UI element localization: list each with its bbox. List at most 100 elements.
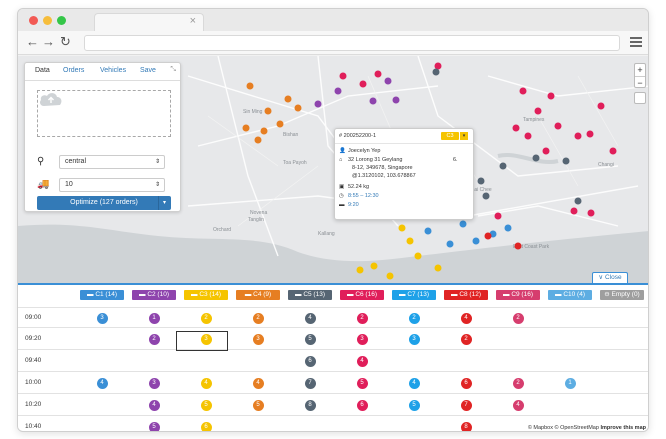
stop-badge[interactable]: 5 [148,422,160,431]
clock-icon: ◷ [339,193,344,199]
time-window-line: ◷ 8:55 – 12:30 [339,193,379,199]
stop-badge[interactable]: 5 [356,378,368,389]
stop-badge[interactable]: 4 [512,400,524,411]
column-label: C5 (13) [303,291,325,298]
stop-badge[interactable]: 1 [148,313,160,324]
upload-cloud-icon [40,93,62,106]
back-arrow-icon[interactable]: ← [26,34,39,50]
compass-icon[interactable] [634,92,646,104]
stop-badge[interactable]: 6 [460,378,472,389]
column-header-9[interactable]: ▬ C9 (16) [496,290,540,300]
zoom-in-button[interactable]: + [635,64,645,77]
stop-badge[interactable]: 4 [252,378,264,389]
tab-close-icon[interactable]: × [190,15,196,27]
stop-badge[interactable]: 6 [356,400,368,411]
stop-badge[interactable]: 2 [460,334,472,345]
optimize-button[interactable]: Optimize (127 orders) ▾ [37,196,171,210]
column-label: C3 (14) [199,291,221,298]
reload-icon[interactable]: ↻ [60,34,71,50]
improve-map-link[interactable]: Improve this map [600,425,646,431]
schedule-row: 10:00 4 3 4 4 7 5 4 6 2 1 [18,373,648,394]
osm-credit[interactable]: © OpenStreetMap [555,425,599,431]
stop-badge[interactable]: 2 [356,313,368,324]
address-line-1: ⌂ 32 Lorong 31 Geylang [339,157,402,163]
column-header-10[interactable]: ▬ C10 (4) [548,290,592,300]
eta: 9:20 [348,202,359,208]
stop-badge[interactable]: 5 [408,400,420,411]
tab-data[interactable]: Data [29,62,63,82]
stop-badge[interactable]: 8 [460,422,472,431]
menu-icon[interactable] [630,37,642,47]
minimize-window-dot[interactable] [43,16,52,25]
caret-down-icon[interactable]: ▾ [157,196,166,210]
stop-badge[interactable]: 3 [252,334,264,345]
file-dropzone[interactable] [37,90,171,137]
column-header-7[interactable]: ▬ C7 (13) [392,290,436,300]
column-label: C9 (16) [511,291,533,298]
vehicles-select[interactable]: 10 ⇕ [59,178,165,192]
column-header-11[interactable]: ⊖ Empty (0) [600,290,644,300]
column-label: C4 (9) [253,291,272,298]
svg-text:Sin Ming: Sin Ming [243,109,263,115]
tab-save[interactable]: Save [140,67,156,74]
browser-tab[interactable]: × [94,13,204,31]
stop-badge[interactable]: 2 [408,313,420,324]
browser-toolbar: ← → ↻ [18,31,648,55]
column-header-6[interactable]: ▬ C6 (16) [340,290,384,300]
customer-name: Joecelyn Yep [348,148,381,154]
stop-badge[interactable]: 2 [512,313,524,324]
svg-text:Bishan: Bishan [283,132,299,138]
stop-badge[interactable]: 2 [200,313,212,324]
stop-badge[interactable]: 2 [252,313,264,324]
zoom-out-button[interactable]: − [635,77,645,89]
stop-badge[interactable]: 4 [356,356,368,367]
stop-badge[interactable]: 8 [304,400,316,411]
selected-cell[interactable] [176,331,228,351]
cluster-badge[interactable]: C3 [441,132,459,140]
stop-badge[interactable]: 2 [512,378,524,389]
mapbox-credit[interactable]: © Mapbox [528,425,553,431]
address-line-2: 8-12, 349678, Singapore [339,165,413,171]
stop-badge[interactable]: 5 [200,400,212,411]
stop-badge[interactable]: 4 [200,378,212,389]
column-header-1[interactable]: ▬ C1 (14) [80,290,124,300]
popup-divider [335,143,473,144]
column-header-5[interactable]: ▬ C5 (13) [288,290,332,300]
stop-badge[interactable]: 3 [96,313,108,324]
stop-badge[interactable]: 2 [148,334,160,345]
stop-badge[interactable]: 1 [564,378,576,389]
depot-select[interactable]: central ⇕ [59,155,165,169]
collapse-icon[interactable]: ⤡ [170,66,176,74]
tab-vehicles[interactable]: Vehicles [100,67,126,74]
stop-badge[interactable]: 3 [356,334,368,345]
stop-badge[interactable]: 4 [304,313,316,324]
stop-badge[interactable]: 4 [460,313,472,324]
column-header-4[interactable]: ▬ C4 (9) [236,290,280,300]
stop-badge[interactable]: 5 [252,400,264,411]
url-bar[interactable] [84,35,620,51]
home-icon: ⌂ [339,157,343,163]
stop-badge[interactable]: 6 [200,422,212,431]
close-schedule-button[interactable]: ∨ Close [592,272,628,283]
maximize-window-dot[interactable] [57,16,66,25]
stop-badge[interactable]: 5 [304,334,316,345]
tab-orders[interactable]: Orders [63,67,84,74]
close-window-dot[interactable] [29,16,38,25]
stop-badge[interactable]: 3 [148,378,160,389]
caret-down-icon[interactable]: ▾ [460,132,468,140]
column-header-8[interactable]: ▬ C8 (12) [444,290,488,300]
map-view[interactable]: Sin Ming Bishan Toa Payoh Novena Orchard Ka… [18,56,648,283]
stop-badge[interactable]: 7 [460,400,472,411]
stop-badge[interactable]: 3 [408,334,420,345]
svg-text:Kallang: Kallang [318,231,335,237]
stop-badge[interactable]: 4 [148,400,160,411]
stop-badge[interactable]: 4 [96,378,108,389]
column-header-2[interactable]: ▬ C2 (10) [132,290,176,300]
stop-badge[interactable]: 6 [304,356,316,367]
column-header-3[interactable]: ▬ C3 (14) [184,290,228,300]
forward-arrow-icon[interactable]: → [42,34,55,50]
close-label: Close [604,274,622,281]
stop-badge[interactable]: 7 [304,378,316,389]
stop-badge[interactable]: 4 [408,378,420,389]
column-label: Empty (0) [611,291,640,298]
